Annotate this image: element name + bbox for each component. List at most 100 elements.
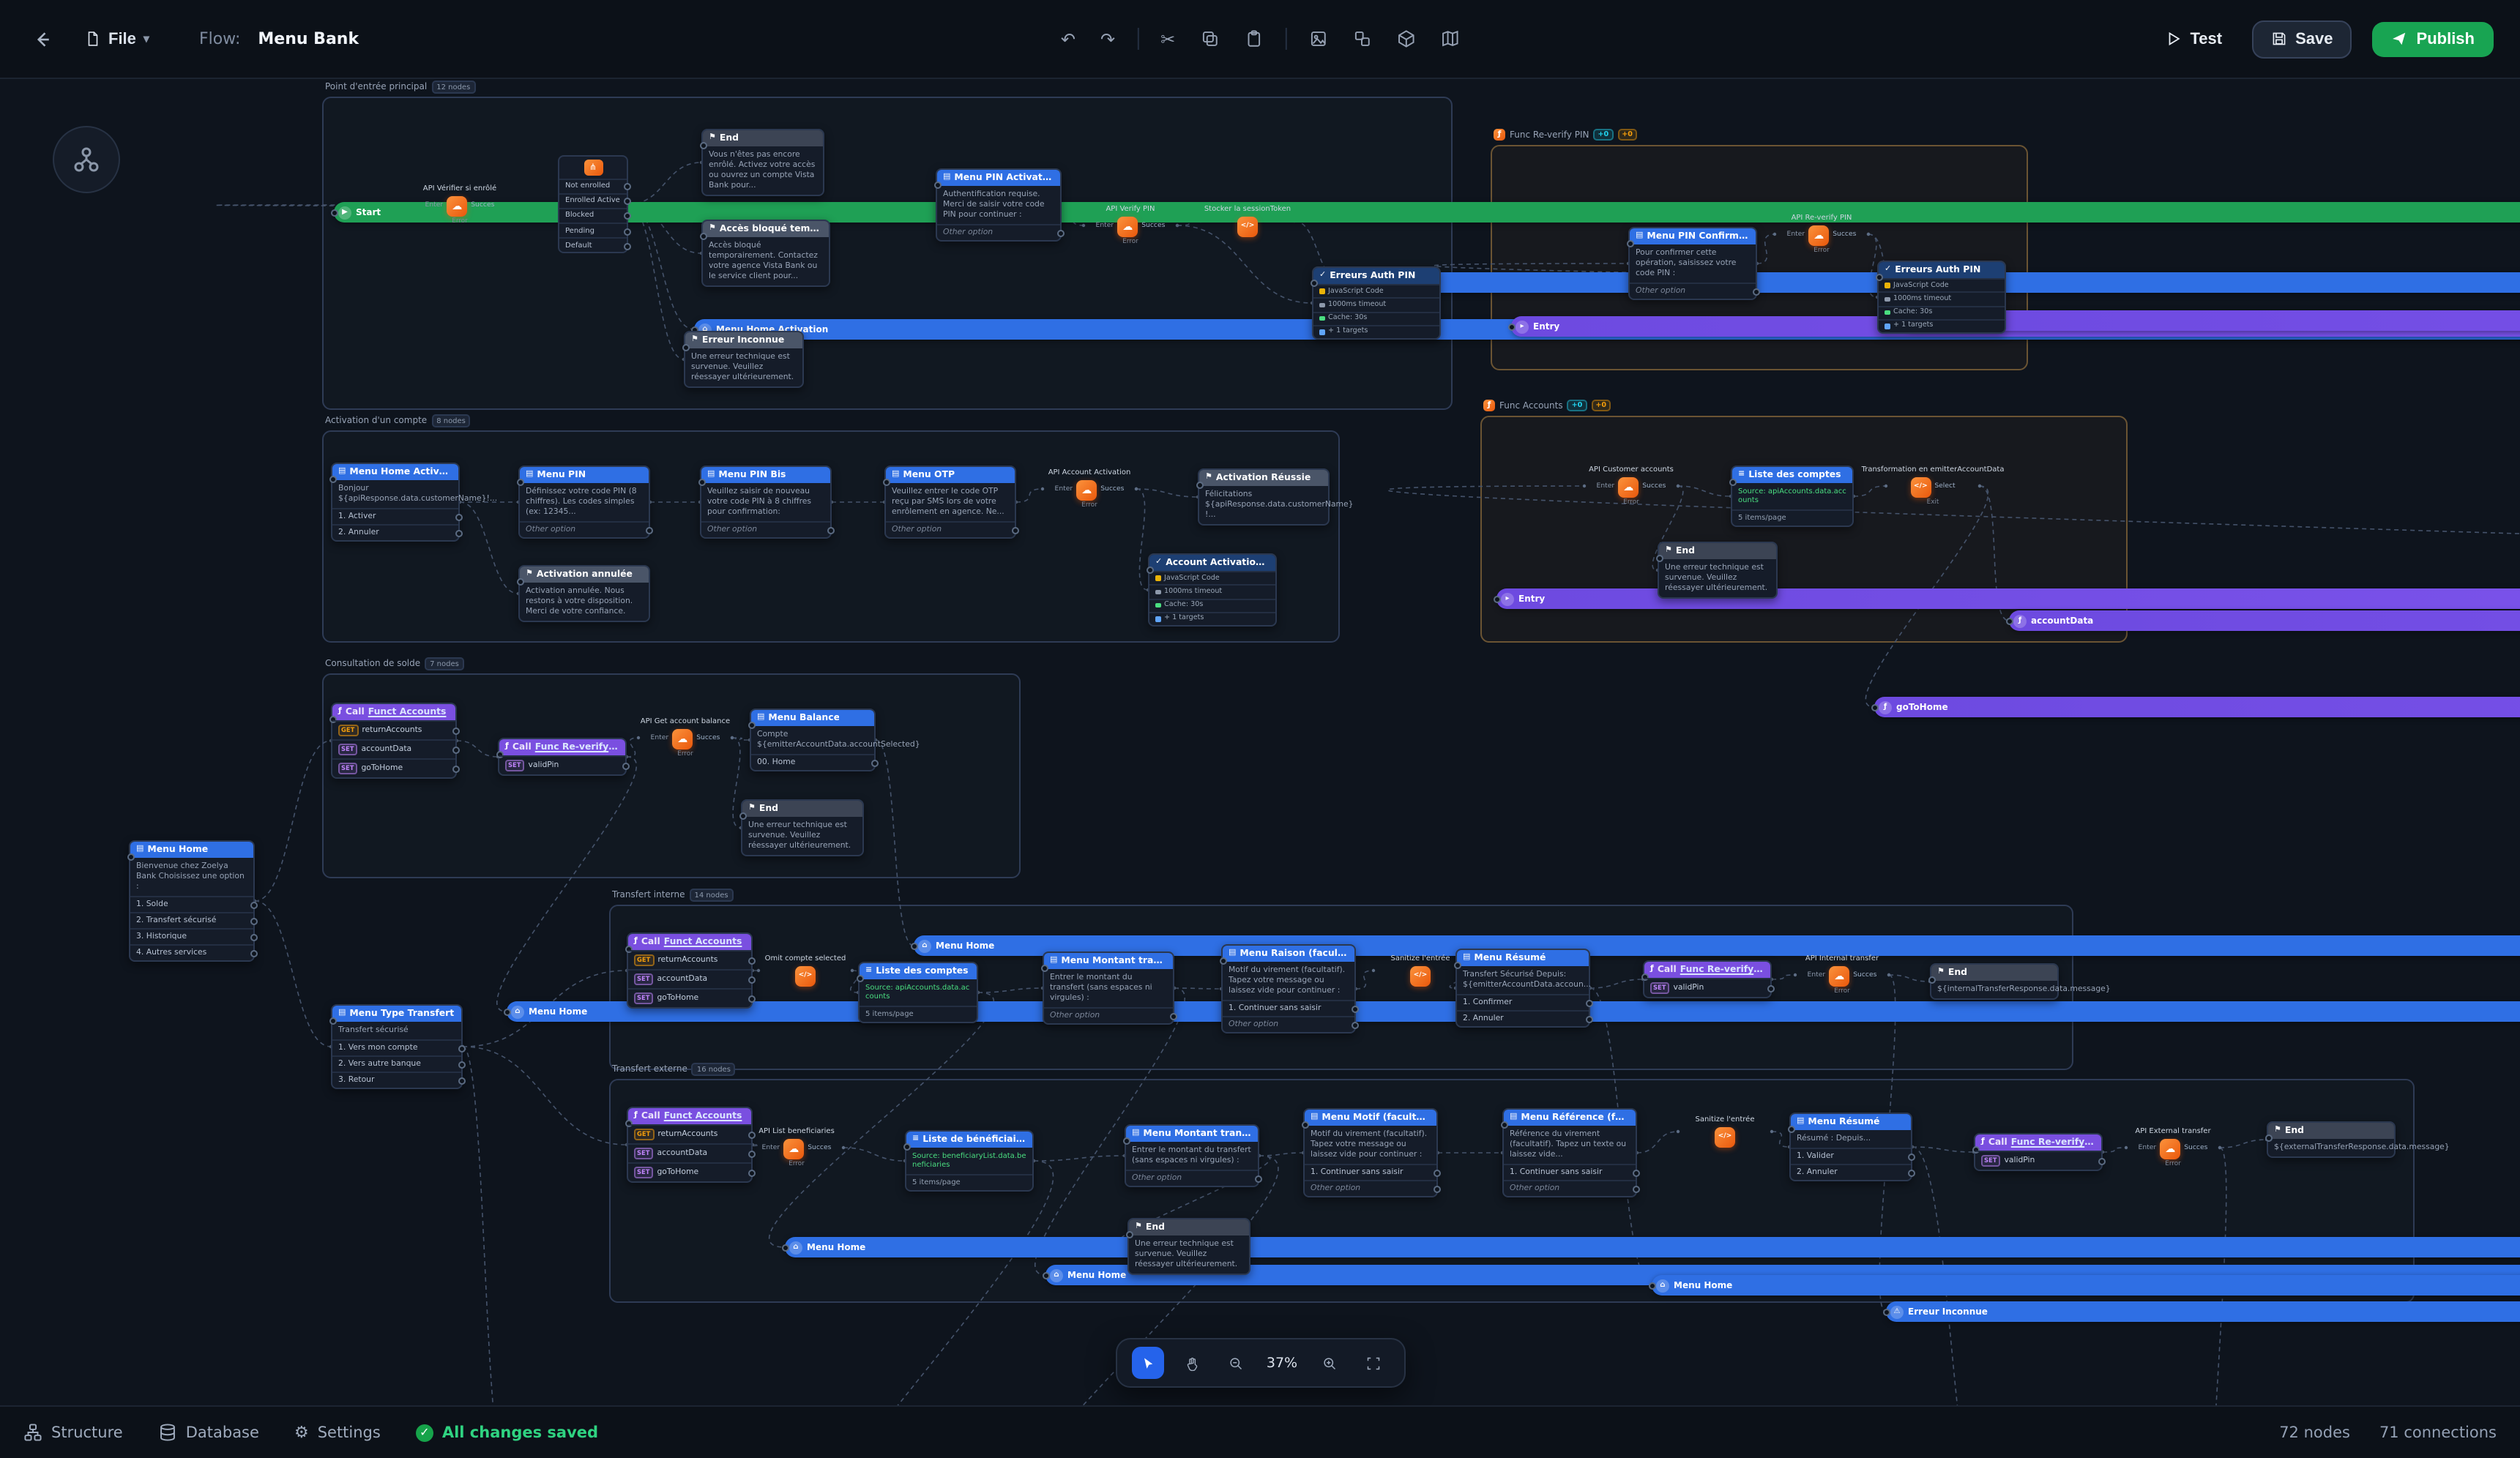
jump-pill[interactable]: ⌂Menu Home bbox=[1652, 1275, 2520, 1296]
node-end[interactable]: ⚑EndVous n'êtes pas encore enrôlé. Activ… bbox=[701, 129, 824, 196]
menu-option-row[interactable]: 1. Continuer sans saisir bbox=[1223, 1000, 1354, 1016]
select-tool-button[interactable] bbox=[1131, 1347, 1163, 1379]
node-info[interactable]: ⚑Erreur InconnueUne erreur technique est… bbox=[684, 331, 804, 388]
node-menu[interactable]: ▤Menu PINDéfinissez votre code PIN (8 ch… bbox=[518, 466, 650, 539]
map-button[interactable] bbox=[1437, 26, 1462, 51]
node-list[interactable]: ≡Liste des comptesSource: apiAccounts.da… bbox=[1731, 466, 1854, 526]
cut-button[interactable]: ✂ bbox=[1158, 26, 1178, 52]
start-node[interactable]: ▶Start bbox=[334, 202, 2520, 223]
node-menu[interactable]: ▤Menu PIN ActivationAuthentification req… bbox=[936, 168, 1062, 242]
node-call[interactable]: ƒCallFunct AccountsGETreturnAccountsSETa… bbox=[331, 703, 457, 779]
menu-option-row[interactable]: 3. Historique bbox=[130, 928, 253, 944]
undo-button[interactable]: ↶ bbox=[1058, 26, 1078, 52]
menu-option-row[interactable]: Other option bbox=[937, 224, 1060, 240]
menu-option-row[interactable]: 2. Vers autre banque bbox=[332, 1055, 461, 1072]
node-menu[interactable]: ▤Menu BalanceCompte ${emitterAccountData… bbox=[750, 709, 876, 771]
node-info[interactable]: ⚑Activation RéussieFélicitations ${apiRe… bbox=[1198, 468, 1330, 526]
code-node[interactable]: Omit compte selected</> bbox=[758, 954, 852, 986]
node-menu[interactable]: ▤Menu Référence (fac...Référence du vire… bbox=[1502, 1108, 1637, 1197]
copy-button[interactable] bbox=[1197, 26, 1222, 51]
node-list[interactable]: ≡Liste de bénéficiairesSource: beneficia… bbox=[905, 1130, 1034, 1191]
menu-option-row[interactable]: 1. Continuer sans saisir bbox=[1504, 1164, 1636, 1180]
menu-option-row[interactable]: 1. Vers mon compte bbox=[332, 1039, 461, 1055]
menu-option-row[interactable]: Other option bbox=[1223, 1016, 1354, 1032]
node-errjs[interactable]: ✓Erreurs Auth PINJavaScript Code1000ms t… bbox=[1312, 266, 1441, 340]
menu-option-row[interactable]: Other option bbox=[520, 521, 649, 537]
code-node[interactable]: Stocker la sessionToken</> bbox=[1201, 205, 1294, 236]
database-button[interactable]: Database bbox=[158, 1423, 259, 1442]
jump-pill[interactable]: ƒaccountData bbox=[2009, 610, 2520, 631]
menu-option-row[interactable]: Other option bbox=[1630, 283, 1756, 299]
back-button[interactable] bbox=[26, 23, 59, 55]
branch-row[interactable]: Default bbox=[559, 238, 627, 253]
call-target-link[interactable]: Funct Accounts bbox=[368, 707, 447, 717]
node-menu[interactable]: ▤Menu OTPVeuillez entrer le code OTP reç… bbox=[884, 466, 1016, 539]
node-end[interactable]: ⚑EndUne erreur technique est survenue. V… bbox=[1658, 542, 1778, 599]
menu-option-row[interactable]: 2. Annuler bbox=[1457, 1010, 1589, 1026]
menu-option-row[interactable]: Other option bbox=[1044, 1007, 1173, 1023]
node-end[interactable]: ⚑End${internalTransferResponse.data.mess… bbox=[1930, 963, 2059, 1000]
menu-option-row[interactable]: Other option bbox=[1126, 1170, 1258, 1186]
branch-row[interactable]: Pending bbox=[559, 223, 627, 237]
menu-option-row[interactable]: 2. Annuler bbox=[332, 524, 458, 540]
branch-row[interactable]: Enrolled Active bbox=[559, 192, 627, 207]
call-target-link[interactable]: Funct Accounts bbox=[664, 937, 742, 947]
node-menu[interactable]: ▤Menu RésuméTransfert Sécurisé Depuis: $… bbox=[1455, 949, 1590, 1028]
node-menu[interactable]: ▤Menu HomeBienvenue chez Zoelya Bank Cho… bbox=[129, 840, 255, 962]
zoom-in-button[interactable] bbox=[1313, 1347, 1345, 1379]
code-node[interactable]: Sanitize l'entrée</> bbox=[1373, 954, 1467, 986]
zoom-out-button[interactable] bbox=[1219, 1347, 1251, 1379]
node-menu[interactable]: ▤Menu RésuméRésumé : Depuis...1. Valider… bbox=[1789, 1113, 1912, 1181]
node-errjs[interactable]: ✓Account Activation Er...JavaScript Code… bbox=[1148, 553, 1277, 627]
branch-row[interactable]: Not enrolled bbox=[559, 178, 627, 192]
file-menu-button[interactable]: File ▾ bbox=[76, 29, 158, 49]
menu-option-row[interactable]: Other option bbox=[701, 521, 830, 537]
node-end[interactable]: ⚑EndUne erreur technique est survenue. V… bbox=[1127, 1218, 1250, 1275]
node-menu[interactable]: ▤Menu Montant transf...Entrer le montant… bbox=[1125, 1124, 1259, 1187]
menu-option-row[interactable]: 3. Retour bbox=[332, 1072, 461, 1088]
api-node[interactable]: API External transferEnter☁SuccesError bbox=[2126, 1127, 2220, 1167]
duplicate-button[interactable] bbox=[1349, 26, 1374, 51]
jump-pill[interactable]: ƒgoToHome bbox=[1874, 697, 2520, 717]
flow-canvas[interactable]: Point d'entrée principal12 nodesƒFunc Re… bbox=[0, 0, 2520, 1458]
call-target-link[interactable]: Func Re-verify PIN bbox=[1680, 965, 1764, 975]
call-target-link[interactable]: Func Re-verify PIN bbox=[2011, 1137, 2095, 1148]
call-target-link[interactable]: Func Re-verify PIN bbox=[535, 742, 619, 752]
condition-node[interactable]: ⋔Not enrolledEnrolled ActiveBlockedPendi… bbox=[558, 155, 628, 254]
publish-button[interactable]: Publish bbox=[2373, 21, 2494, 56]
node-errjs[interactable]: ✓Erreurs Auth PINJavaScript Code1000ms t… bbox=[1877, 261, 2006, 334]
redo-button[interactable]: ↷ bbox=[1097, 26, 1118, 52]
node-call[interactable]: ƒCallFunct AccountsGETreturnAccountsSETa… bbox=[627, 1107, 753, 1183]
node-info[interactable]: ⚑Accès bloqué tempor...Accès bloqué temp… bbox=[701, 220, 830, 287]
node-call[interactable]: ƒCallFunc Re-verify PINSETvalidPin bbox=[1974, 1133, 2103, 1171]
api-node[interactable]: API Vérifier si enrôléEnter☁SuccesError bbox=[413, 184, 507, 225]
menu-option-row[interactable]: Other option bbox=[1305, 1180, 1436, 1196]
node-menu[interactable]: ▤Menu Motif (facultati...Motif du vireme… bbox=[1303, 1108, 1438, 1197]
node-menu[interactable]: ▤Menu Montant transf...Entrer le montant… bbox=[1043, 952, 1174, 1025]
node-call[interactable]: ƒCallFunc Re-verify PINSETvalidPin bbox=[498, 738, 627, 776]
menu-option-row[interactable]: 1. Valider bbox=[1791, 1148, 1911, 1164]
node-menu[interactable]: ▤Menu Home ActivationBonjour ${apiRespon… bbox=[331, 463, 460, 542]
branch-row[interactable]: Blocked bbox=[559, 208, 627, 223]
api-node[interactable]: API List beneficiariesEnter☁SuccesError bbox=[750, 1127, 843, 1167]
menu-option-row[interactable]: 2. Transfert sécurisé bbox=[130, 912, 253, 928]
package-button[interactable] bbox=[1393, 26, 1418, 51]
node-call[interactable]: ƒCallFunct AccountsGETreturnAccountsSETa… bbox=[627, 932, 753, 1009]
code-node[interactable]: Sanitize l'entrée</> bbox=[1678, 1115, 1772, 1147]
api-node[interactable]: API Verify PINEnter☁SuccesError bbox=[1084, 205, 1177, 245]
settings-button[interactable]: ⚙ Settings bbox=[294, 1423, 381, 1442]
menu-option-row[interactable]: 00. Home bbox=[751, 754, 874, 770]
api-node[interactable]: API Re-verify PINEnter☁SuccesError bbox=[1775, 214, 1868, 254]
fit-view-button[interactable] bbox=[1357, 1347, 1389, 1379]
node-menu[interactable]: ▤Menu PIN BisVeuillez saisir de nouveau … bbox=[700, 466, 832, 539]
pan-tool-button[interactable] bbox=[1175, 1347, 1207, 1379]
node-menu[interactable]: ▤Menu Raison (faculta...Motif du viremen… bbox=[1221, 944, 1356, 1033]
menu-option-row[interactable]: 4. Autres services bbox=[130, 944, 253, 960]
error-jump-pill[interactable]: ⚠Erreur Inconnue bbox=[1886, 1301, 2520, 1322]
api-node[interactable]: API Get account balanceEnter☁SuccesError bbox=[638, 717, 732, 758]
structure-button[interactable]: Structure bbox=[23, 1423, 123, 1442]
node-call[interactable]: ƒCallFunc Re-verify PINSETvalidPin bbox=[1643, 960, 1772, 998]
test-button[interactable]: Test bbox=[2157, 29, 2232, 49]
menu-option-row[interactable]: 1. Confirmer bbox=[1457, 994, 1589, 1010]
save-button[interactable]: Save bbox=[2251, 20, 2352, 58]
